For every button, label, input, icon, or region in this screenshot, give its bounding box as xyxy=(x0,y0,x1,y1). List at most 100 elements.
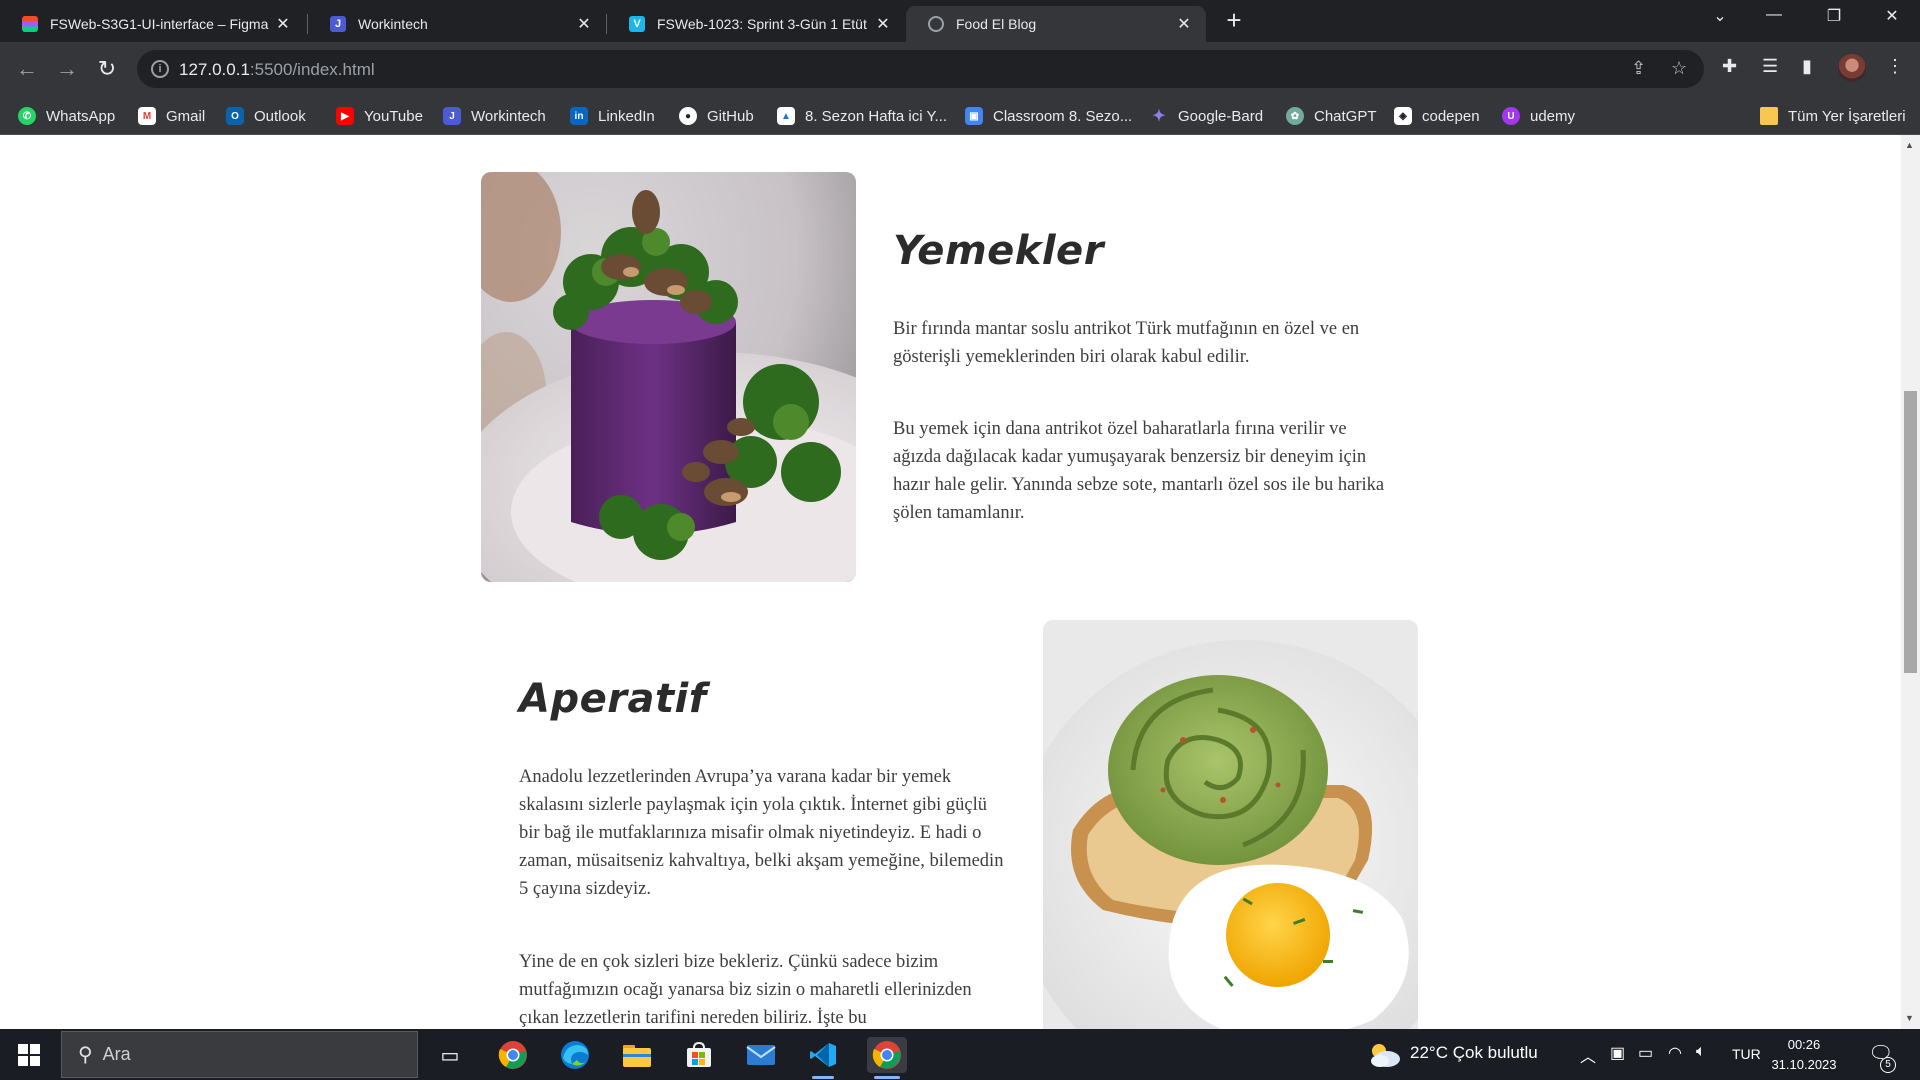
bookmark-gmail[interactable]: M Gmail xyxy=(138,105,205,127)
menu-icon[interactable]: ⋮ xyxy=(1886,56,1904,77)
share-icon[interactable]: ⇪ xyxy=(1631,58,1646,79)
chrome-active-icon[interactable] xyxy=(867,1037,907,1073)
folder-icon xyxy=(1760,107,1778,125)
yemekler-paragraph-2: Bu yemek için dana antrikot özel baharat… xyxy=(893,419,1385,523)
vscode-icon[interactable] xyxy=(805,1037,841,1073)
notification-count: 5 xyxy=(1880,1057,1896,1073)
tab-figma[interactable]: FSWeb-S3G1-UI-interface – Figma ✕ xyxy=(0,6,305,42)
edge-icon[interactable] xyxy=(557,1037,593,1073)
taskbar-clock[interactable]: 00:26 31.10.2023 xyxy=(1764,1035,1844,1075)
chrome-icon[interactable] xyxy=(495,1037,531,1073)
task-view-icon[interactable]: ▭ xyxy=(432,1037,468,1073)
weather-text[interactable]: 22°C Çok bulutlu xyxy=(1410,1043,1538,1063)
bookmark-udemy[interactable]: Uudemy xyxy=(1502,105,1575,127)
tab-strip: FSWeb-S3G1-UI-interface – Figma ✕ J Work… xyxy=(0,0,1920,42)
address-bar[interactable]: i 127.0.0.1:5500/index.html ⇪ ☆ xyxy=(137,50,1704,88)
browser-toolbar: ← → ↻ i 127.0.0.1:5500/index.html ⇪ ☆ ✚ … xyxy=(0,42,1920,97)
back-icon[interactable]: ← xyxy=(12,54,42,84)
restore-button[interactable]: ❐ xyxy=(1814,6,1854,26)
scroll-down-arrow[interactable]: ▼ xyxy=(1905,1013,1914,1023)
tab-title: FSWeb-1023: Sprint 3-Gün 1 Etüt xyxy=(657,16,867,32)
yemekler-image xyxy=(481,172,856,582)
tab-workintech[interactable]: J Workintech ✕ xyxy=(308,6,606,42)
volume-icon[interactable]: 🔈︎ xyxy=(1696,1043,1706,1061)
scroll-up-arrow[interactable]: ▲ xyxy=(1905,140,1914,150)
bookmark-google-bard[interactable]: ✦ Google-Bard xyxy=(1150,105,1263,127)
media-control-icon[interactable]: ☰ xyxy=(1762,56,1778,77)
yemekler-dish-illustration xyxy=(481,172,856,582)
site-info-icon[interactable]: i xyxy=(151,60,169,78)
minimize-button[interactable]: — xyxy=(1754,6,1794,24)
aperatif-image xyxy=(1043,620,1418,1029)
aperatif-dish-illustration xyxy=(1043,620,1418,1029)
file-explorer-icon[interactable] xyxy=(619,1037,655,1073)
forward-icon[interactable]: → xyxy=(52,54,82,84)
chrome-active-indicator xyxy=(874,1076,900,1079)
tab-food-el-blog[interactable]: Food El Blog ✕ xyxy=(906,6,1206,42)
clock-time: 00:26 xyxy=(1787,1037,1821,1052)
globe-icon xyxy=(928,16,944,32)
close-icon[interactable]: ✕ xyxy=(275,14,291,34)
figma-icon xyxy=(22,16,38,32)
document-icon: ▲ xyxy=(777,107,795,125)
new-tab-button[interactable]: + xyxy=(1220,6,1248,34)
meet-now-icon[interactable]: ▣ xyxy=(1610,1043,1625,1063)
bookmark-classroom[interactable]: ▣ Classroom 8. Sezo... xyxy=(965,105,1132,127)
udemy-icon: U xyxy=(1502,107,1520,125)
windows-start-icon[interactable] xyxy=(18,1044,40,1066)
github-icon: ● xyxy=(679,107,697,125)
bookmark-youtube[interactable]: ▶ YouTube xyxy=(336,105,423,127)
bookmark-star-icon[interactable]: ☆ xyxy=(1671,58,1687,79)
tab-vimeo[interactable]: V FSWeb-1023: Sprint 3-Gün 1 Etüt ✕ xyxy=(607,6,905,42)
tab-search-icon[interactable]: ⌄ xyxy=(1700,6,1740,26)
wifi-icon[interactable]: ◠ xyxy=(1668,1043,1682,1063)
chatgpt-icon: ✿ xyxy=(1286,107,1304,125)
extensions-icon[interactable]: ✚ xyxy=(1722,56,1737,77)
all-bookmarks-folder[interactable]: Tüm Yer İşaretleri xyxy=(1760,105,1906,127)
language-indicator[interactable]: TUR xyxy=(1732,1046,1761,1062)
vimeo-icon: V xyxy=(629,16,645,32)
page-scrollbar[interactable]: ▲ ▼ xyxy=(1901,135,1920,1029)
taskbar-search-box[interactable]: ⚲ Ara xyxy=(61,1031,418,1078)
whatsapp-icon: ✆ xyxy=(18,107,36,125)
close-icon[interactable]: ✕ xyxy=(576,14,592,34)
bookmark-outlook[interactable]: O Outlook xyxy=(226,105,306,127)
outlook-icon: O xyxy=(226,107,244,125)
show-hidden-icons[interactable]: ︿ xyxy=(1580,1043,1596,1067)
bookmark-codepen[interactable]: ◈ codepen xyxy=(1394,105,1480,127)
weather-cloud-icon[interactable] xyxy=(1366,1037,1402,1073)
yemekler-heading: Yemekler xyxy=(893,228,1104,274)
bookmark-linkedin[interactable]: in LinkedIn xyxy=(570,105,655,127)
bookmark-8-sezon[interactable]: ▲ 8. Sezon Hafta ici Y... xyxy=(777,105,947,127)
workintech-icon: J xyxy=(443,107,461,125)
tab-title: Food El Blog xyxy=(956,16,1037,32)
aperatif-heading: Aperatif xyxy=(519,676,707,722)
mail-icon[interactable] xyxy=(743,1037,779,1073)
scrollbar-thumb[interactable] xyxy=(1904,391,1917,673)
microsoft-store-icon[interactable] xyxy=(681,1037,717,1073)
bookmark-workintech[interactable]: J Workintech xyxy=(443,105,546,127)
youtube-icon: ▶ xyxy=(336,107,354,125)
close-icon[interactable]: ✕ xyxy=(1176,14,1192,34)
aperatif-paragraph-1: Anadolu lezzetlerinden Avrupa’ya varana … xyxy=(519,767,1004,899)
reload-icon[interactable]: ↻ xyxy=(92,54,122,84)
url-text[interactable]: 127.0.0.1:5500/index.html xyxy=(179,60,375,80)
bard-icon: ✦ xyxy=(1152,108,1166,125)
profile-avatar[interactable] xyxy=(1838,54,1866,82)
clock-date: 31.10.2023 xyxy=(1771,1057,1837,1072)
bookmark-chatgpt[interactable]: ✿ ChatGPT xyxy=(1286,105,1377,127)
search-placeholder: Ara xyxy=(102,1044,131,1064)
bookmark-github[interactable]: ● GitHub xyxy=(679,105,754,127)
close-window-button[interactable]: ✕ xyxy=(1872,6,1912,26)
bookmark-whatsapp[interactable]: ✆ WhatsApp xyxy=(18,105,115,127)
battery-icon[interactable]: ▭ xyxy=(1638,1043,1653,1063)
gmail-icon: M xyxy=(138,107,156,125)
codepen-icon: ◈ xyxy=(1394,107,1412,125)
workintech-icon: J xyxy=(330,16,346,32)
tab-title: FSWeb-S3G1-UI-interface – Figma xyxy=(50,16,269,32)
close-icon[interactable]: ✕ xyxy=(875,14,891,34)
page-viewport: Yemekler Bir fırında mantar soslu antrik… xyxy=(0,135,1901,1029)
tab-title: Workintech xyxy=(358,16,428,32)
bookmarks-bar: ✆ WhatsApp M Gmail O Outlook ▶ YouTube J Work… xyxy=(0,97,1920,135)
side-panel-icon[interactable]: ▮ xyxy=(1802,56,1812,77)
